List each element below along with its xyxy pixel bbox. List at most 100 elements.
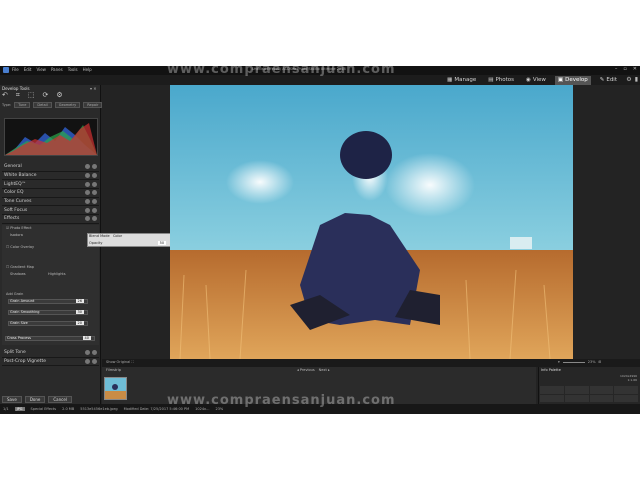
grain-amount-value[interactable]: 26 — [75, 299, 84, 303]
add-grain-label: Add Grain — [6, 292, 24, 296]
next-button[interactable]: Next ▸ — [319, 368, 330, 372]
section-effects-label: Effects — [4, 216, 20, 222]
section-post-crop-vignette-label: Post-Crop Vignette — [4, 359, 46, 365]
tab-detail[interactable]: Detail — [33, 102, 52, 108]
done-button[interactable]: Done — [24, 396, 46, 403]
mode-photos[interactable]: ▤ Photos — [485, 76, 517, 85]
toggle-icon[interactable] — [92, 190, 97, 196]
color-overlay-label: Color Overlay — [10, 245, 35, 249]
panel-close-icon[interactable]: ✕ — [93, 86, 96, 91]
cross-process-value[interactable]: 40 — [82, 336, 91, 340]
toggle-icon[interactable] — [92, 199, 97, 205]
previous-label: Previous — [299, 368, 315, 372]
fit-icon[interactable]: ⊞ — [599, 360, 602, 364]
menu-tools[interactable]: Tools — [68, 67, 78, 72]
menu-panes[interactable]: Panes — [51, 67, 63, 72]
minimize-icon[interactable]: – — [615, 66, 618, 72]
opacity-row[interactable]: Opacity 50 — [89, 241, 167, 245]
mode-edit[interactable]: ✎ Edit — [597, 76, 620, 85]
section-lighteq[interactable]: LightEQ™ — [2, 180, 99, 190]
menu-file[interactable]: File — [12, 67, 19, 72]
type-label: Type: — [2, 103, 12, 107]
menu-help[interactable]: Help — [83, 67, 92, 72]
menu-view[interactable]: View — [36, 67, 46, 72]
maximize-icon[interactable]: ▫ — [623, 66, 626, 72]
reset-icon[interactable] — [85, 181, 90, 187]
toggle-icon[interactable] — [92, 350, 97, 356]
save-button[interactable]: Save — [2, 396, 22, 403]
preset-icon[interactable]: ⚙ — [56, 91, 62, 100]
reset-icon[interactable] — [85, 350, 90, 356]
section-color-eq[interactable]: Color EQ — [2, 189, 99, 198]
toggle-icon[interactable] — [92, 216, 97, 222]
section-tone-curves[interactable]: Tone Curves — [2, 198, 99, 207]
select-icon[interactable]: ⬚ — [28, 91, 35, 100]
section-effects[interactable]: Effects — [2, 215, 99, 224]
gradient-map-label: Gradient Map — [10, 265, 34, 269]
section-split-tone-label: Split Tone — [4, 350, 26, 356]
photo-canvas[interactable] — [170, 85, 573, 359]
reset-icon[interactable] — [85, 173, 90, 179]
reset-icon[interactable] — [85, 190, 90, 196]
grain-amount-slider[interactable]: Grain Amount 26 — [8, 299, 88, 304]
zoom-control: ▾ 23% ⊞ — [558, 360, 601, 364]
blend-mode-row[interactable]: Blend Mode Color — [89, 234, 122, 238]
color-overlay-checkbox[interactable]: ☐ Color Overlay — [6, 245, 34, 249]
develop-icon: ▣ — [557, 77, 564, 83]
dashboard-icon[interactable]: ▮ — [635, 76, 638, 83]
cross-process-slider[interactable]: Cross Process 40 — [5, 336, 95, 341]
show-original-label: Show Original — [106, 360, 131, 364]
section-general[interactable]: General — [2, 163, 99, 172]
tab-geometry[interactable]: Geometry — [54, 102, 81, 108]
panel-controls: ▾ ✕ — [90, 86, 97, 91]
reset-icon[interactable] — [85, 216, 90, 222]
pin-icon[interactable]: ▾ — [90, 86, 92, 91]
shadows-label: Shadows — [10, 272, 26, 276]
filmstrip-thumbnail[interactable] — [104, 377, 127, 400]
zoom-slider[interactable] — [562, 362, 585, 363]
opacity-value[interactable]: 50 — [157, 241, 167, 245]
show-original-button[interactable]: Show Original ⛶ — [106, 360, 134, 364]
crop-icon[interactable]: ⌗ — [16, 91, 20, 100]
section-post-crop-vignette[interactable]: Post-Crop Vignette — [2, 358, 99, 367]
mode-view[interactable]: ◉ View — [523, 76, 549, 85]
grain-smoothing-slider[interactable]: Grain Smoothing 30 — [8, 310, 88, 315]
undo-icon[interactable]: ↶ — [2, 91, 8, 100]
close-icon[interactable]: ✕ — [633, 66, 637, 72]
toggle-icon[interactable] — [92, 181, 97, 187]
reset-icon[interactable] — [85, 359, 90, 365]
section-soft-focus[interactable]: Soft Focus — [2, 206, 99, 216]
grain-size-slider[interactable]: Grain Size 20 — [8, 321, 88, 326]
menu-edit[interactable]: Edit — [24, 67, 32, 72]
section-general-label: General — [4, 164, 22, 170]
previous-button[interactable]: ◂ Previous — [297, 368, 315, 372]
tab-tune[interactable]: Tune — [14, 102, 31, 108]
section-list: General White Balance LightEQ™ Color EQ … — [2, 163, 99, 224]
blend-mode-value[interactable]: Color — [113, 234, 122, 238]
tab-repair[interactable]: Repair — [83, 102, 103, 108]
toggle-icon[interactable] — [92, 173, 97, 179]
gradient-map-checkbox[interactable]: ☐ Gradient Map — [6, 265, 34, 269]
photo-effect-checkbox-label[interactable]: ☑ Photo Effect — [6, 226, 31, 230]
grain-smoothing-value[interactable]: 30 — [75, 310, 84, 314]
settings-icon[interactable]: ⚙ — [626, 76, 631, 83]
reset-icon[interactable]: ⟳ — [42, 91, 48, 100]
mode-view-label: View — [532, 77, 546, 83]
mode-develop[interactable]: ▣ Develop — [554, 75, 591, 85]
toggle-icon[interactable] — [92, 207, 97, 213]
reset-icon[interactable] — [85, 199, 90, 205]
section-split-tone[interactable]: Split Tone — [2, 349, 99, 358]
grain-size-value[interactable]: 20 — [75, 321, 84, 325]
toggle-icon[interactable] — [92, 359, 97, 365]
reset-icon[interactable] — [85, 207, 90, 213]
photo-effect-select[interactable]: Isadora — [10, 233, 23, 237]
toggle-icon[interactable] — [92, 164, 97, 170]
zoom-value[interactable]: 23% — [588, 360, 596, 364]
mode-manage[interactable]: ▦ Manage — [444, 76, 479, 85]
section-white-balance[interactable]: White Balance — [2, 172, 99, 181]
opacity-label: Opacity — [89, 241, 103, 245]
cancel-button[interactable]: Cancel — [48, 396, 72, 403]
reset-icon[interactable] — [85, 164, 90, 170]
expand-icon[interactable]: ⛶ — [131, 360, 133, 364]
zoom-out-icon[interactable]: ▾ — [558, 360, 560, 364]
